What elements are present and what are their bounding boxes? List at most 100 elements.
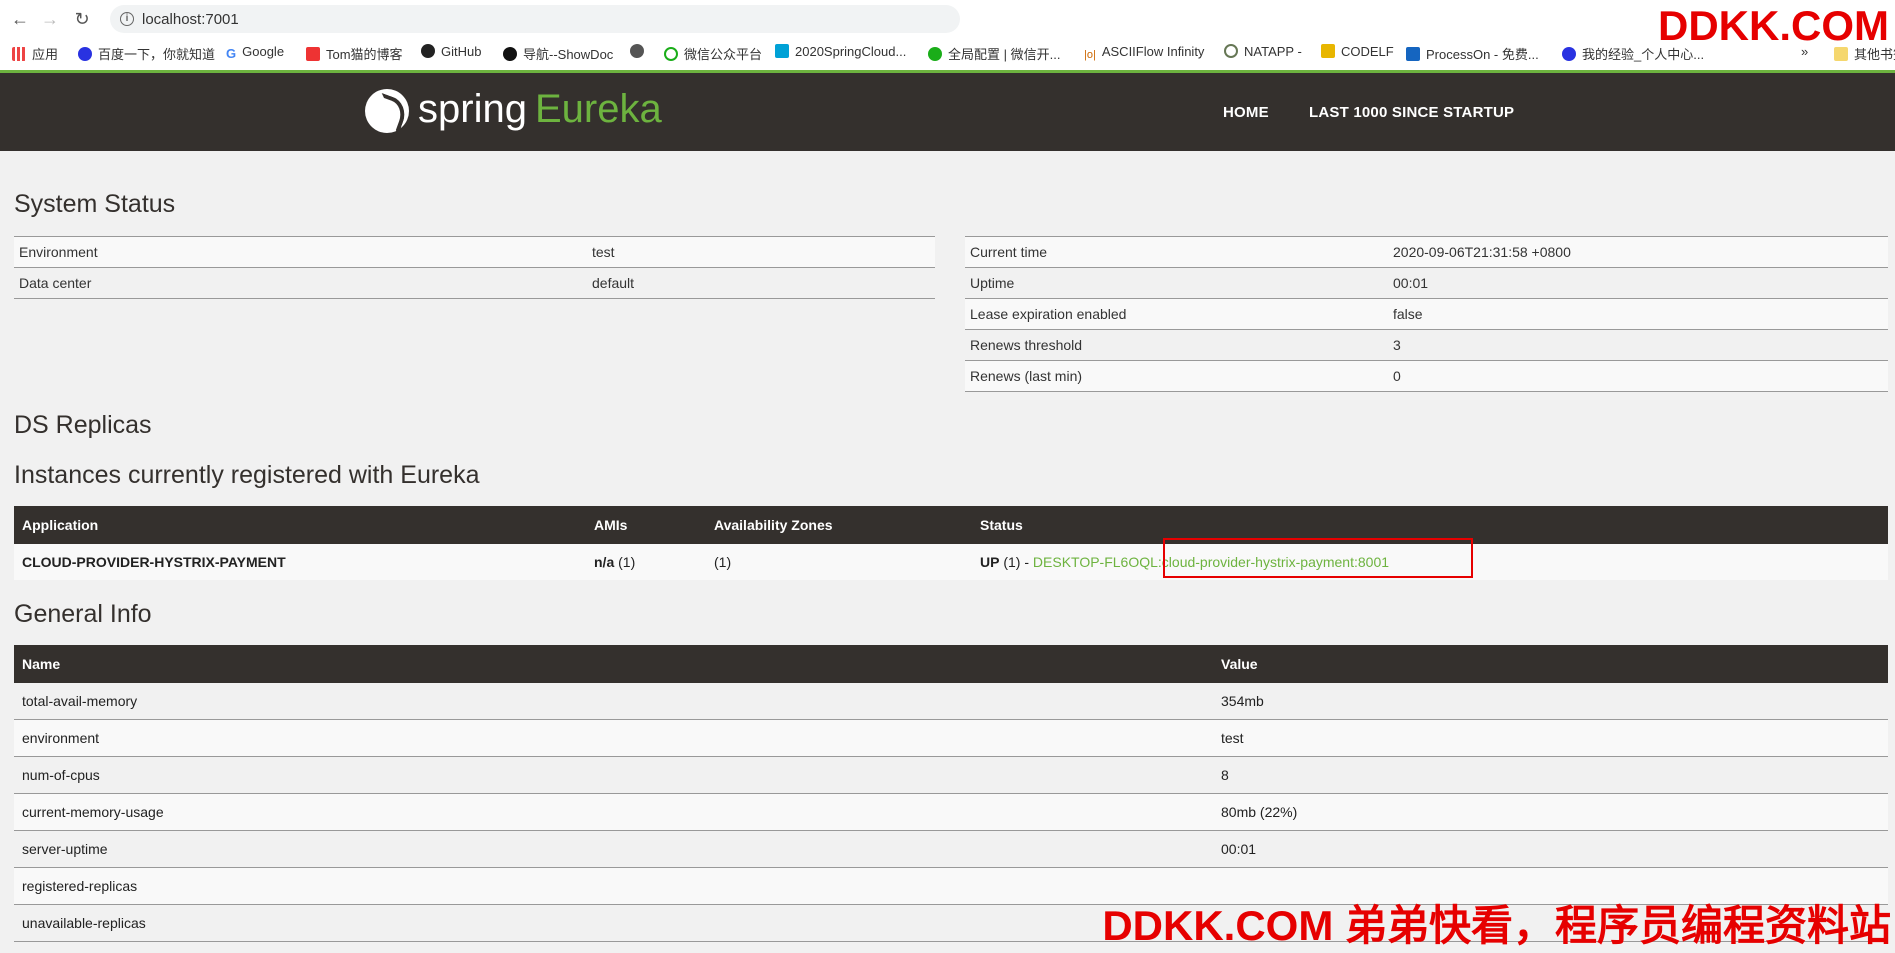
status-label: Renews threshold (965, 329, 1388, 361)
back-icon[interactable]: ← (10, 9, 30, 29)
status-value: default (587, 267, 935, 299)
reload-icon[interactable]: ↻ (72, 9, 92, 29)
bookmark-springcloud[interactable]: 2020SpringCloud... (775, 44, 906, 59)
browser-toolbar: ← → ↻ i localhost:7001 (0, 0, 1895, 38)
status-label: Current time (965, 236, 1388, 268)
bookmark-natapp[interactable]: NATAPP - (1224, 44, 1302, 59)
wechat-mp-icon (664, 47, 678, 61)
info-icon[interactable]: i (120, 12, 134, 26)
app-name: CLOUD-PROVIDER-HYSTRIX-PAYMENT (14, 544, 586, 580)
system-status-left-table: Environment test Data center default (14, 236, 935, 299)
table-row: Environment test (14, 236, 935, 268)
table-row: num-of-cpus 8 (14, 756, 1888, 794)
table-row: total-avail-memory 354mb (14, 683, 1888, 720)
nav-last-1000[interactable]: LAST 1000 SINCE STARTUP (1309, 104, 1514, 121)
col-availability-zones: Availability Zones (706, 506, 972, 544)
baidu-paw-icon (78, 47, 92, 61)
csdn-icon (306, 47, 320, 61)
bookmark-processon[interactable]: ProcessOn - 免费... (1406, 44, 1539, 63)
status-label: Data center (14, 267, 587, 299)
bookmark-google[interactable]: G Google (226, 44, 284, 61)
table-row: environment test (14, 719, 1888, 757)
apps-grid-icon (12, 47, 26, 61)
table-row: CLOUD-PROVIDER-HYSTRIX-PAYMENT n/a (1) (… (14, 544, 1888, 580)
natapp-icon (1224, 44, 1238, 58)
bookmarks-bar: 应用 百度一下，你就知道 G Google Tom猫的博客 GitHub 导航--… (0, 38, 1895, 71)
ds-replicas-title: DS Replicas (14, 411, 152, 439)
watermark-bottom: DDKK.COM 弟弟快看，程序员编程资料站 (1102, 902, 1891, 949)
bookmark-wechat-config[interactable]: 全局配置 | 微信开... (928, 44, 1060, 63)
bookmark-apps[interactable]: 应用 (12, 44, 58, 63)
info-value: 354mb (1213, 683, 1888, 720)
table-row: Lease expiration enabled false (965, 298, 1888, 330)
bookmark-asciiflow[interactable]: |o| ASCIIFlow Infinity (1084, 44, 1204, 63)
status-value: 3 (1388, 329, 1888, 361)
info-value: 80mb (22%) (1213, 793, 1888, 831)
logo-spring-text[interactable]: spring (418, 87, 527, 132)
info-name: current-memory-usage (14, 793, 1213, 831)
info-name: server-uptime (14, 830, 1213, 868)
baidu-paw-icon (1562, 47, 1576, 61)
wechat-icon (928, 47, 942, 61)
table-row: Uptime 00:01 (965, 267, 1888, 299)
logo-eureka-text[interactable]: Eureka (535, 87, 662, 132)
status-value: false (1388, 298, 1888, 330)
status-up: UP (980, 554, 1000, 570)
bookmark-baidu[interactable]: 百度一下，你就知道 (78, 44, 215, 63)
general-info-title: General Info (14, 600, 152, 628)
info-name: registered-replicas (14, 867, 1213, 905)
url-text: localhost:7001 (142, 11, 239, 28)
asciiflow-icon: |o| (1084, 49, 1096, 61)
github-icon (421, 44, 435, 58)
status-value: test (587, 236, 935, 268)
status-label: Renews (last min) (965, 360, 1388, 392)
zones-cell: (1) (706, 544, 972, 580)
bilibili-icon (775, 44, 789, 58)
forward-icon[interactable]: → (40, 9, 60, 29)
globe-icon (630, 44, 644, 58)
status-label: Uptime (965, 267, 1388, 299)
eureka-navbar: spring Eureka HOME LAST 1000 SINCE START… (0, 73, 1895, 151)
info-value: 8 (1213, 756, 1888, 794)
status-label: Environment (14, 236, 587, 268)
instances-title: Instances currently registered with Eure… (14, 461, 480, 489)
codelf-icon (1321, 44, 1335, 58)
status-count: (1) - (1003, 554, 1030, 570)
table-row: Current time 2020-09-06T21:31:58 +0800 (965, 236, 1888, 268)
spring-leaf-icon[interactable] (365, 89, 409, 133)
col-amis: AMIs (586, 506, 706, 544)
status-value: 0 (1388, 360, 1888, 392)
address-bar[interactable]: i localhost:7001 (110, 5, 960, 33)
status-label: Lease expiration enabled (965, 298, 1388, 330)
table-header-row: Name Value (14, 645, 1888, 683)
status-value: 00:01 (1388, 267, 1888, 299)
nav-home[interactable]: HOME (1223, 104, 1269, 121)
table-row: Renews threshold 3 (965, 329, 1888, 361)
col-application: Application (14, 506, 586, 544)
table-row: Renews (last min) 0 (965, 360, 1888, 392)
table-row: server-uptime 00:01 (14, 830, 1888, 868)
bookmark-wechat-mp[interactable]: 微信公众平台 (664, 44, 762, 63)
table-header-row: Application AMIs Availability Zones Stat… (14, 506, 1888, 544)
info-name: total-avail-memory (14, 683, 1213, 720)
table-row: current-memory-usage 80mb (22%) (14, 793, 1888, 831)
instances-table: Application AMIs Availability Zones Stat… (14, 506, 1888, 580)
col-name: Name (14, 645, 1213, 683)
watermark-top: DDKK.COM (1658, 2, 1889, 49)
col-value: Value (1213, 645, 1888, 683)
system-status-right-table: Current time 2020-09-06T21:31:58 +0800 U… (965, 236, 1888, 392)
bookmark-github[interactable]: GitHub (421, 44, 481, 59)
status-value: 2020-09-06T21:31:58 +0800 (1388, 236, 1888, 268)
showdoc-icon (503, 47, 517, 61)
bookmark-globe[interactable] (630, 44, 650, 59)
bookmark-tom-blog[interactable]: Tom猫的博客 (306, 44, 403, 63)
bookmark-codelf[interactable]: CODELF (1321, 44, 1394, 59)
amis-count: (1) (618, 554, 636, 570)
bookmark-showdoc[interactable]: 导航--ShowDoc (503, 44, 613, 63)
amis-value: n/a (594, 554, 615, 570)
info-name: environment (14, 719, 1213, 757)
info-value: 00:01 (1213, 830, 1888, 868)
highlight-box (1163, 538, 1473, 578)
amis-cell: n/a (1) (586, 544, 706, 580)
processon-icon (1406, 47, 1420, 61)
